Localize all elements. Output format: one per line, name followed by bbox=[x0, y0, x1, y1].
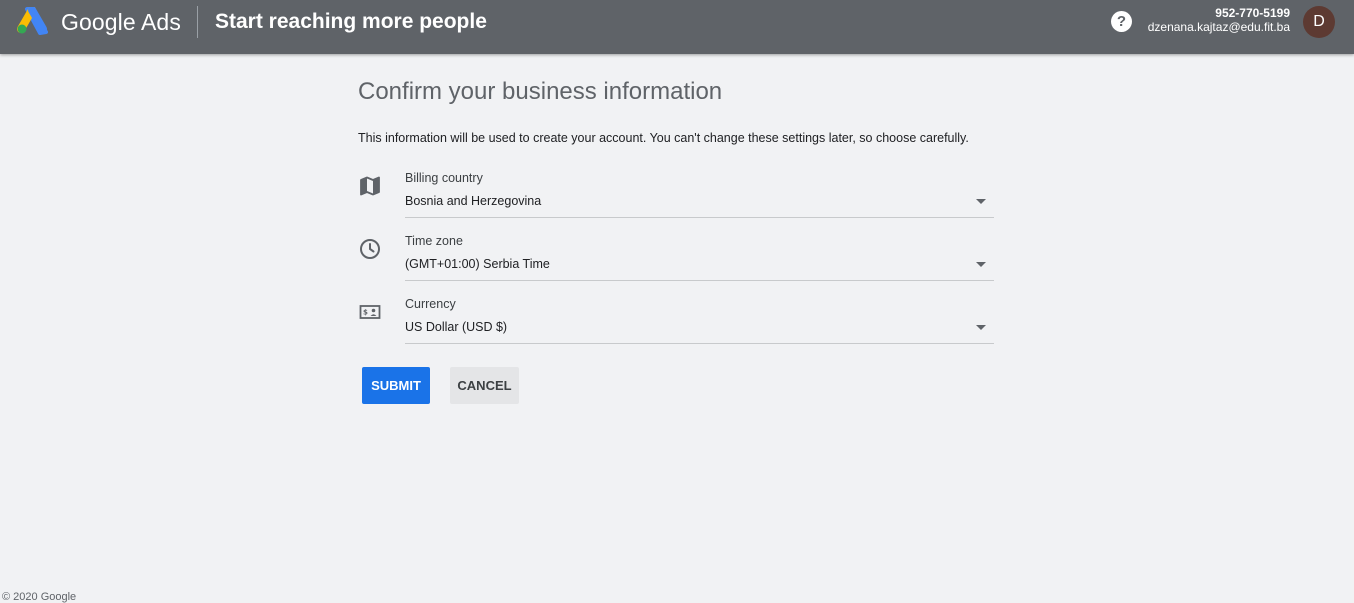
cancel-button[interactable]: CANCEL bbox=[450, 367, 519, 404]
chevron-down-icon[interactable] bbox=[976, 325, 986, 330]
time-zone-label: Time zone bbox=[405, 234, 463, 248]
field-underline bbox=[405, 280, 994, 281]
field-underline bbox=[405, 343, 994, 344]
submit-button[interactable]: SUBMIT bbox=[362, 367, 430, 404]
avatar[interactable]: D bbox=[1303, 6, 1335, 38]
account-email: dzenana.kajtaz@edu.fit.ba bbox=[1147, 20, 1290, 34]
currency-select[interactable]: $ Currency US Dollar (USD $) bbox=[358, 297, 994, 345]
account-phone: 952-770-5199 bbox=[1215, 6, 1290, 20]
map-icon bbox=[360, 176, 380, 196]
time-zone-select[interactable]: Time zone (GMT+01:00) Serbia Time bbox=[358, 234, 994, 282]
page-header-title: Start reaching more people bbox=[215, 10, 487, 33]
page-description: This information will be used to create … bbox=[358, 131, 969, 145]
brand-name[interactable]: Google Ads bbox=[61, 9, 181, 36]
account-info[interactable]: 952-770-5199 dzenana.kajtaz@edu.fit.ba bbox=[1148, 6, 1290, 34]
top-app-bar: Google Ads Start reaching more people ? … bbox=[0, 0, 1354, 54]
page-title: Confirm your business information bbox=[358, 78, 723, 105]
currency-icon: $ bbox=[359, 305, 381, 319]
help-icon[interactable]: ? bbox=[1111, 11, 1132, 32]
billing-country-label: Billing country bbox=[405, 171, 483, 185]
chevron-down-icon[interactable] bbox=[976, 199, 986, 204]
billing-country-select[interactable]: Billing country Bosnia and Herzegovina bbox=[358, 171, 994, 219]
main-content: Confirm your business information This i… bbox=[358, 78, 998, 404]
svg-text:$: $ bbox=[363, 309, 368, 317]
billing-country-value[interactable]: Bosnia and Herzegovina bbox=[405, 194, 541, 208]
currency-label: Currency bbox=[405, 297, 456, 311]
field-underline bbox=[405, 217, 994, 218]
footer-copyright: © 2020 Google bbox=[2, 591, 77, 603]
header-divider bbox=[197, 6, 198, 38]
currency-value[interactable]: US Dollar (USD $) bbox=[405, 320, 507, 334]
time-zone-value[interactable]: (GMT+01:00) Serbia Time bbox=[405, 257, 550, 271]
chevron-down-icon[interactable] bbox=[976, 262, 986, 267]
google-ads-logo-icon[interactable] bbox=[16, 7, 48, 35]
clock-icon bbox=[360, 239, 380, 259]
